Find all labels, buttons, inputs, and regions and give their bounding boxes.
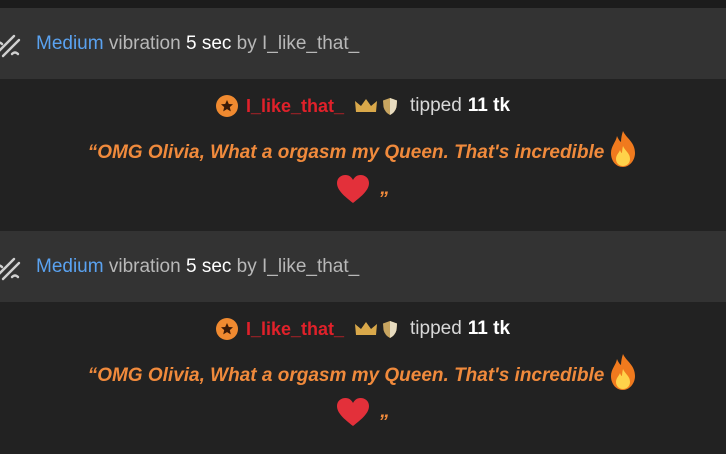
tip-note: “OMG Olivia, What a orgasm my Queen. Tha…: [0, 354, 726, 430]
vibration-duration: 5 sec: [185, 255, 232, 277]
star-badge-icon: [215, 318, 238, 340]
vibration-notice: Medium vibration 5 sec by I_like_that_: [0, 231, 726, 302]
fire-icon: [611, 131, 636, 167]
fire-icon: [611, 354, 636, 390]
tip-amount: 11 tk: [467, 318, 511, 339]
tipped-word: tipped: [410, 95, 462, 116]
vibration-level: Medium: [36, 255, 104, 277]
top-divider: [0, 0, 726, 8]
tip-amount: 11 tk: [467, 95, 511, 116]
shield-icon: [383, 97, 397, 115]
tipper-username[interactable]: I_like_that_: [246, 96, 344, 117]
tip-note: “OMG Olivia, What a orgasm my Queen. Tha…: [0, 131, 726, 207]
heart-icon: [337, 175, 370, 203]
star-badge-icon: [215, 95, 238, 117]
vibration-icon: [0, 34, 21, 57]
notice-username[interactable]: I_like_that_: [262, 33, 359, 54]
tip-note-text: “OMG Olivia, What a orgasm my Queen. Tha…: [87, 365, 605, 386]
tip-note-close-quote: „: [380, 178, 390, 199]
by-word: by: [236, 255, 257, 277]
vibration-duration: 5 sec: [185, 32, 232, 54]
vibration-icon: [0, 257, 21, 280]
tipper-username[interactable]: I_like_that_: [246, 319, 344, 340]
tip-note-text: “OMG Olivia, What a orgasm my Queen. Tha…: [87, 142, 605, 163]
vibration-notice-text: Medium vibration 5 sec by I_like_that_: [36, 256, 359, 278]
tipped-word: tipped: [410, 318, 462, 339]
vibration-word: vibration: [108, 255, 181, 277]
crown-icon: [355, 322, 377, 335]
star-icon: [220, 323, 233, 335]
crown-icon: [355, 99, 377, 112]
tip-header: I_like_that_ tipped 11 tk: [0, 95, 726, 117]
chat-feed: Medium vibration 5 sec by I_like_that_ I…: [0, 0, 726, 454]
vibration-notice-text: Medium vibration 5 sec by I_like_that_: [36, 33, 359, 55]
tip-note-close-quote: „: [380, 401, 390, 422]
vibration-notice: Medium vibration 5 sec by I_like_that_: [0, 8, 726, 79]
notice-username[interactable]: I_like_that_: [262, 256, 359, 277]
vibration-word: vibration: [108, 32, 181, 54]
tip-header: I_like_that_ tipped 11 tk: [0, 318, 726, 340]
vibration-level: Medium: [36, 32, 104, 54]
by-word: by: [236, 32, 257, 54]
tip-message: I_like_that_ tipped 11 tk “OMG Olivia, W…: [0, 79, 726, 231]
star-icon: [220, 100, 233, 112]
shield-icon: [383, 320, 397, 338]
heart-icon: [337, 398, 370, 426]
tip-message: I_like_that_ tipped 11 tk “OMG Olivia, W…: [0, 302, 726, 454]
